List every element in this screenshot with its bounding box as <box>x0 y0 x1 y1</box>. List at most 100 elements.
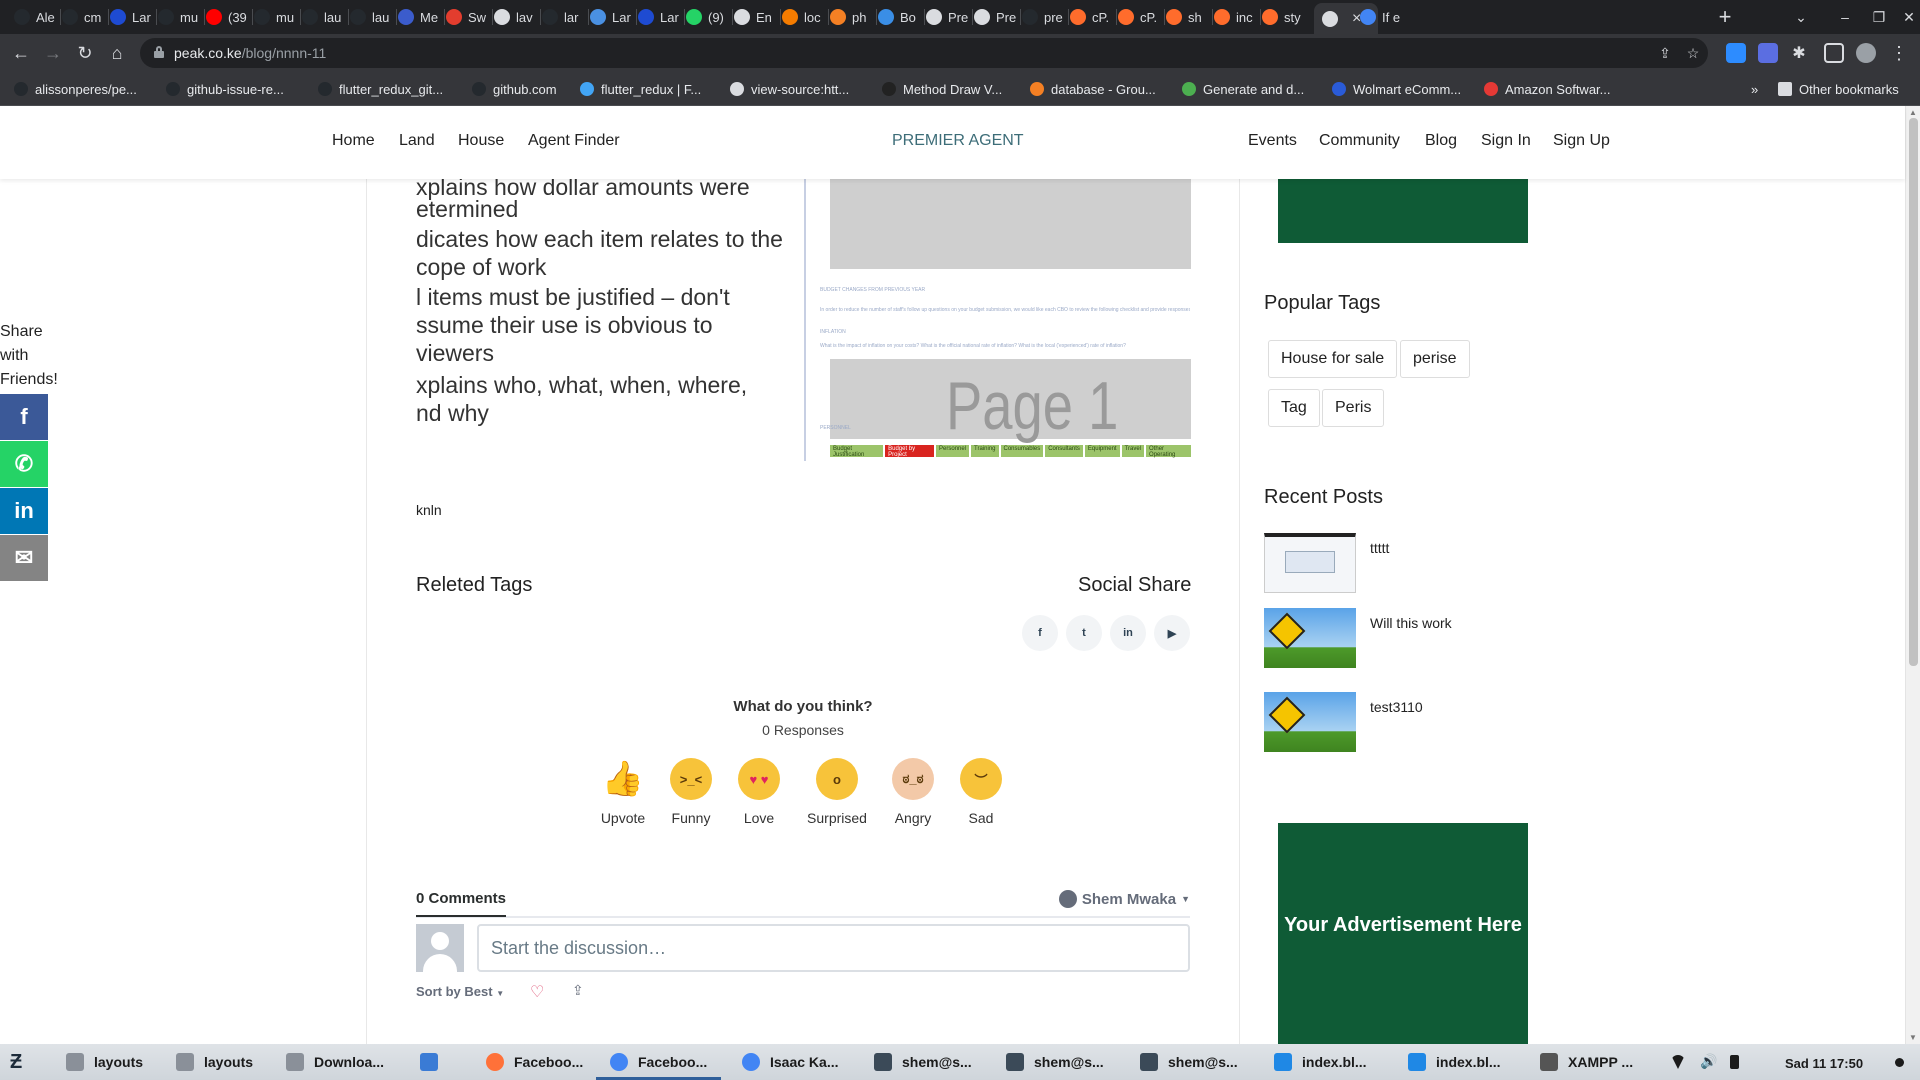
reaction-funny[interactable]: >_< Funny <box>656 758 726 826</box>
browser-tab[interactable]: Me <box>398 4 442 30</box>
recent-post-thumbnail[interactable] <box>1264 608 1356 668</box>
taskbar-item[interactable]: Downloa... <box>286 1049 384 1075</box>
browser-tab[interactable]: Pre <box>926 4 970 30</box>
bookmark-item[interactable]: database - Grou... <box>1030 80 1156 98</box>
taskbar-item[interactable]: layouts <box>66 1049 143 1075</box>
recent-post-thumbnail[interactable] <box>1264 692 1356 752</box>
heart-icon[interactable]: ♡ <box>530 982 544 1002</box>
taskbar-item[interactable]: index.bl... <box>1408 1049 1501 1075</box>
reaction-surprised[interactable]: o Surprised <box>802 758 872 826</box>
reaction-angry[interactable]: ಠ_ಠ Angry <box>878 758 948 826</box>
notification-dot-icon[interactable] <box>1895 1058 1904 1067</box>
bookmark-item[interactable]: github.com <box>472 80 557 98</box>
discussion-input[interactable]: Start the discussion… <box>477 924 1190 972</box>
browser-menu-icon[interactable]: ⋮ <box>1886 40 1912 66</box>
bookmark-item[interactable]: Generate and d... <box>1182 80 1304 98</box>
volume-icon[interactable]: 🔊 <box>1700 1053 1718 1069</box>
scroll-up-icon[interactable]: ▲ <box>1909 108 1917 117</box>
bookmark-item[interactable]: github-issue-re... <box>166 80 284 98</box>
profile-avatar-icon[interactable] <box>1856 43 1876 63</box>
taskbar-item[interactable]: index.bl... <box>1274 1049 1367 1075</box>
popular-tag[interactable]: perise <box>1400 340 1470 378</box>
site-brand[interactable]: PREMIER AGENT <box>892 132 1024 150</box>
taskbar-item[interactable]: Isaac Ka... <box>742 1049 839 1075</box>
recent-post-thumbnail[interactable] <box>1264 533 1356 593</box>
bookmark-item[interactable]: flutter_redux | F... <box>580 80 701 98</box>
browser-tab[interactable]: cP. <box>1070 4 1114 30</box>
share-linkedin-button[interactable]: in <box>0 488 48 534</box>
browser-tab[interactable]: Lar <box>638 4 682 30</box>
bookmark-item[interactable]: Wolmart eComm... <box>1332 80 1461 98</box>
nav-link-agent-finder[interactable]: Agent Finder <box>528 132 620 150</box>
share-email-button[interactable]: ✉ <box>0 535 48 581</box>
window-close-icon[interactable]: ✕ <box>1896 4 1920 30</box>
bookmark-star-icon[interactable]: ☆ <box>1682 42 1704 64</box>
share-page-icon[interactable]: ⇪ <box>1654 42 1676 64</box>
lock-icon[interactable] <box>154 46 164 58</box>
nav-link-events[interactable]: Events <box>1248 132 1297 150</box>
home-icon[interactable]: ⌂ <box>104 40 130 66</box>
bookmarks-overflow-button[interactable]: » <box>1751 80 1758 98</box>
side-panel-icon[interactable] <box>1824 43 1844 63</box>
taskbar-item[interactable]: shem@s... <box>874 1049 972 1075</box>
extensions-puzzle-icon[interactable]: ✱ <box>1786 40 1812 66</box>
recent-post-title[interactable]: ttttt <box>1370 540 1389 556</box>
back-icon[interactable]: ← <box>8 40 34 66</box>
reload-icon[interactable]: ↻ <box>72 40 98 66</box>
nav-link-home[interactable]: Home <box>332 132 375 150</box>
scroll-down-icon[interactable]: ▼ <box>1909 1033 1917 1042</box>
comments-user-menu[interactable]: Shem Mwaka ▼ <box>1058 890 1190 908</box>
browser-tab[interactable]: Lar <box>110 4 154 30</box>
tab-search-icon[interactable]: ⌄ <box>1788 4 1814 30</box>
browser-tab[interactable]: Bo <box>878 4 922 30</box>
browser-tab[interactable]: Sw <box>446 4 490 30</box>
zorin-menu-button[interactable]: Ƶ <box>10 1049 22 1075</box>
browser-tab[interactable]: cm <box>62 4 106 30</box>
bookmark-item[interactable]: Amazon Softwar... <box>1484 80 1611 98</box>
page-scrollbar[interactable]: ▲ ▼ <box>1905 106 1920 1044</box>
share-discussion-icon[interactable]: ⇪ <box>572 982 584 999</box>
browser-tab[interactable]: lau <box>302 4 346 30</box>
browser-tab[interactable]: loc <box>782 4 826 30</box>
browser-tab[interactable]: Ale <box>14 4 58 30</box>
browser-tab[interactable]: mu <box>158 4 202 30</box>
browser-tab[interactable]: ph <box>830 4 874 30</box>
browser-tab[interactable]: En <box>734 4 778 30</box>
browser-tab[interactable]: Pre <box>974 4 1018 30</box>
browser-tab[interactable]: sh <box>1166 4 1210 30</box>
taskbar-item[interactable]: Faceboo... <box>486 1049 583 1075</box>
browser-tab[interactable]: lau <box>350 4 394 30</box>
browser-tab[interactable]: (39 <box>206 4 250 30</box>
social-share-youtube-button[interactable]: ▶ <box>1154 615 1190 651</box>
reaction-sad[interactable]: ︶ Sad <box>946 758 1016 826</box>
bookmark-item[interactable]: flutter_redux_git... <box>318 80 443 98</box>
nav-link-community[interactable]: Community <box>1319 132 1400 150</box>
wifi-icon[interactable] <box>1671 1055 1685 1069</box>
bookmark-item[interactable]: Method Draw V... <box>882 80 1002 98</box>
forward-icon[interactable]: → <box>40 40 66 66</box>
comments-count-tab[interactable]: 0 Comments <box>416 890 507 917</box>
social-share-twitter-button[interactable]: t <box>1066 615 1102 651</box>
browser-tab[interactable]: lav <box>494 4 538 30</box>
address-bar[interactable]: peak.co.ke/blog/nnnn-11 ⇪ ☆ <box>140 38 1708 68</box>
reaction-upvote[interactable]: 👍 Upvote <box>588 758 658 826</box>
reaction-love[interactable]: ♥ ♥ Love <box>724 758 794 826</box>
zoom-extension-icon[interactable] <box>1726 43 1746 63</box>
browser-tab[interactable]: inc <box>1214 4 1258 30</box>
share-facebook-button[interactable]: f <box>0 394 48 440</box>
sort-by-dropdown[interactable]: Sort by Best ▼ <box>416 984 504 999</box>
social-share-facebook-button[interactable]: f <box>1022 615 1058 651</box>
maximize-icon[interactable]: ❐ <box>1866 4 1892 30</box>
bookmark-item[interactable]: view-source:htt... <box>730 80 849 98</box>
browser-tab[interactable]: If e <box>1360 4 1404 30</box>
browser-tab[interactable]: lar <box>542 4 586 30</box>
nav-link-sign-in[interactable]: Sign In <box>1481 132 1531 150</box>
scrollbar-thumb[interactable] <box>1909 118 1918 666</box>
browser-tab[interactable]: sty <box>1262 4 1306 30</box>
taskbar-item[interactable]: shem@s... <box>1006 1049 1104 1075</box>
nav-link-house[interactable]: House <box>458 132 504 150</box>
taskbar-item[interactable]: XAMPP ... <box>1540 1049 1633 1075</box>
taskbar-item[interactable]: shem@s... <box>1140 1049 1238 1075</box>
recent-post-title[interactable]: Will this work <box>1370 615 1452 631</box>
minimize-icon[interactable]: – <box>1832 4 1858 30</box>
